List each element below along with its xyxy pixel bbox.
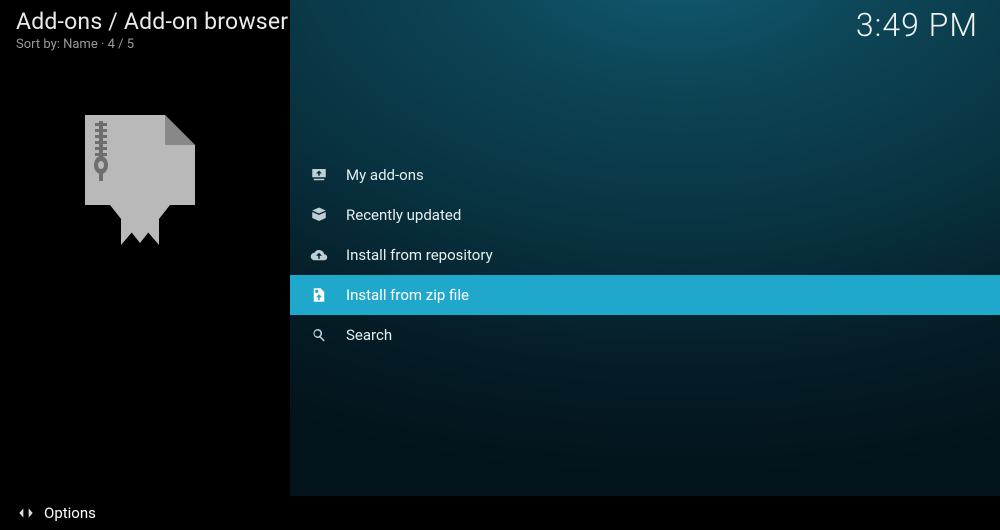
menu-item-recently-updated[interactable]: Recently updated: [290, 195, 1000, 235]
zip-download-poster-icon: [85, 115, 195, 245]
menu-item-label: Install from repository: [346, 246, 493, 264]
cloud-download-icon: [310, 246, 328, 264]
menu-item-my-add-ons[interactable]: My add-ons: [290, 155, 1000, 195]
menu-item-install-from-repository[interactable]: Install from repository: [290, 235, 1000, 275]
sort-status: Sort by: Name · 4 / 5: [16, 37, 288, 52]
bottom-bar: Options: [0, 496, 1000, 530]
breadcrumb: Add-ons / Add-on browser Sort by: Name ·…: [16, 8, 288, 52]
addon-poster: [85, 115, 195, 245]
menu-list: My add-ons Recently updated Install from r…: [290, 155, 1000, 355]
clock: 3:49 PM: [856, 6, 978, 44]
open-box-icon: [310, 206, 328, 224]
menu-item-label: Install from zip file: [346, 286, 469, 304]
search-icon: [310, 326, 328, 344]
menu-item-label: Search: [346, 326, 392, 344]
menu-item-label: My add-ons: [346, 166, 424, 184]
menu-item-install-from-zip-file[interactable]: Install from zip file: [290, 275, 1000, 315]
zip-download-icon: [310, 286, 328, 304]
menu-item-search[interactable]: Search: [290, 315, 1000, 355]
menu-item-label: Recently updated: [346, 206, 461, 224]
options-label[interactable]: Options: [44, 504, 96, 522]
options-nav-icon[interactable]: [18, 505, 34, 521]
monitor-download-icon: [310, 166, 328, 184]
page-title: Add-ons / Add-on browser: [16, 8, 288, 35]
